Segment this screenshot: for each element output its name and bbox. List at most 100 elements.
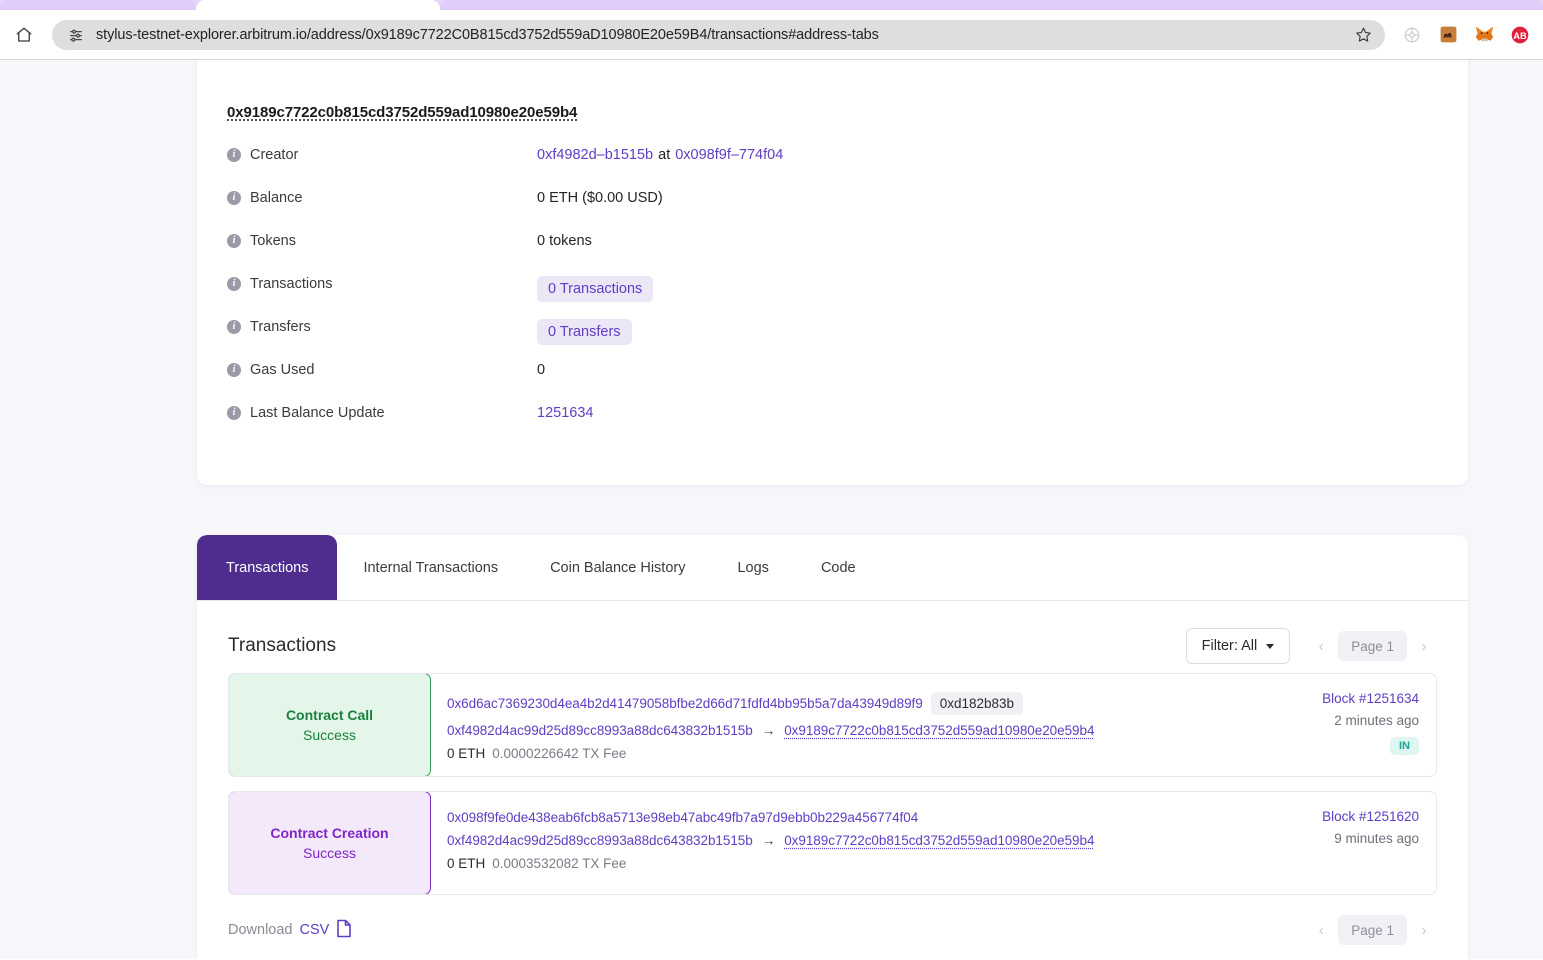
to-address-link[interactable]: 0x9189c7722c0b815cd3752d559ad10980e20e59…: [784, 833, 1094, 848]
block-link[interactable]: Block #1251634: [1322, 691, 1419, 706]
transaction-fee: 0.0003532082 TX Fee: [492, 856, 627, 871]
browser-tab-active[interactable]: [196, 0, 440, 10]
arrow-right-icon: →: [761, 723, 776, 738]
browser-toolbar: stylus-testnet-explorer.arbitrum.io/addr…: [0, 10, 1543, 60]
transaction-status-label: Success: [303, 727, 356, 743]
info-icon[interactable]: i: [227, 148, 241, 162]
next-page-button[interactable]: ›: [1411, 915, 1437, 945]
detail-label-text: Creator: [250, 147, 299, 163]
tab-transactions[interactable]: Transactions: [197, 535, 338, 600]
to-address-link[interactable]: 0x9189c7722c0b815cd3752d559ad10980e20e59…: [784, 723, 1094, 738]
site-settings-icon[interactable]: [66, 25, 86, 45]
transactions-footer: Download CSV ‹ Page 1 ›: [228, 915, 1437, 945]
svg-text:AB: AB: [1513, 30, 1527, 40]
filter-dropdown[interactable]: Filter: All: [1185, 628, 1291, 664]
tab-logs[interactable]: Logs: [711, 535, 794, 600]
creator-address-link[interactable]: 0xf4982d–b1515b: [537, 147, 653, 163]
table-row[interactable]: Contract Creation Success 0x098f9fe0de43…: [228, 791, 1437, 895]
transaction-addresses-line: 0xf4982d4ac99d25d89cc8993a88dc643832b151…: [447, 723, 1251, 738]
creation-tx-link[interactable]: 0x098f9f–774f04: [675, 147, 783, 163]
block-link[interactable]: Block #1251620: [1322, 809, 1419, 824]
info-icon[interactable]: i: [227, 320, 241, 334]
from-address-link[interactable]: 0xf4982d4ac99d25d89cc8993a88dc643832b151…: [447, 833, 753, 848]
ad-block-icon[interactable]: AB: [1509, 24, 1531, 46]
home-icon[interactable]: [10, 21, 38, 49]
transaction-value: 0 ETH: [447, 746, 486, 761]
detail-label: i Last Balance Update: [227, 404, 537, 421]
transactions-card: Transactions Internal Transactions Coin …: [197, 535, 1468, 959]
next-page-button[interactable]: ›: [1411, 631, 1437, 661]
detail-row-gas-used: i Gas Used 0: [227, 361, 1438, 404]
direction-badge: IN: [1390, 737, 1419, 755]
csv-label: CSV: [299, 922, 330, 938]
detail-label: i Creator: [227, 146, 537, 163]
filter-label: Filter: All: [1201, 638, 1258, 654]
from-address-link[interactable]: 0xf4982d4ac99d25d89cc8993a88dc643832b151…: [447, 723, 753, 738]
detail-row-transactions: i Transactions 0 Transactions: [227, 275, 1438, 318]
transactions-controls: Filter: All ‹ Page 1 ›: [1185, 628, 1437, 664]
info-icon[interactable]: i: [227, 363, 241, 377]
detail-value: 0 Transfers: [537, 318, 632, 345]
transaction-type-label: Contract Call: [285, 707, 374, 723]
info-icon[interactable]: i: [227, 406, 241, 420]
metamask-fox-icon[interactable]: [1473, 24, 1495, 46]
transaction-value-line: 0 ETH 0.0003532082 TX Fee: [447, 856, 1251, 871]
address-details-card: 0x9189c7722c0b815cd3752d559ad10980e20e59…: [197, 60, 1468, 485]
transaction-value: 0 ETH: [447, 856, 486, 871]
detail-value: 0xf4982d–b1515b at 0x098f9f–774f04: [537, 146, 783, 163]
tab-coin-balance-history[interactable]: Coin Balance History: [524, 535, 711, 600]
pagination-top: ‹ Page 1 ›: [1308, 631, 1437, 661]
transaction-hash-link[interactable]: 0x6d6ac7369230d4ea4b2d41479058bfbe2d66d7…: [447, 696, 923, 711]
puzzle-extension-icon[interactable]: [1401, 24, 1423, 46]
transfers-count-pill[interactable]: 0 Transfers: [537, 319, 632, 345]
detail-row-creator: i Creator 0xf4982d–b1515b at 0x098f9f–77…: [227, 146, 1438, 189]
transactions-body: Transactions Filter: All ‹ Page 1 › Cont…: [197, 601, 1468, 959]
tab-internal-transactions[interactable]: Internal Transactions: [337, 535, 524, 600]
info-icon[interactable]: i: [227, 234, 241, 248]
prev-page-button[interactable]: ‹: [1308, 915, 1334, 945]
download-csv-button[interactable]: Download CSV: [228, 919, 352, 942]
browser-tab-1[interactable]: [0, 0, 196, 10]
tab-code[interactable]: Code: [795, 535, 882, 600]
transaction-hash-link[interactable]: 0x098f9fe0de438eab6fcb8a5713e98eb47abc49…: [447, 810, 918, 825]
transaction-type-badge: Contract Call Success: [229, 674, 431, 776]
current-page-button[interactable]: Page 1: [1338, 915, 1407, 945]
camel-extension-icon[interactable]: [1437, 24, 1459, 46]
info-icon[interactable]: i: [227, 191, 241, 205]
address-bar[interactable]: stylus-testnet-explorer.arbitrum.io/addr…: [52, 19, 1385, 50]
browser-tab-3[interactable]: [440, 0, 1543, 10]
arrow-right-icon: →: [761, 833, 776, 848]
detail-value-text: 0: [537, 362, 546, 378]
detail-row-tokens: i Tokens 0 tokens: [227, 232, 1438, 275]
info-icon[interactable]: i: [227, 277, 241, 291]
transaction-details: 0x098f9fe0de438eab6fcb8a5713e98eb47abc49…: [430, 792, 1251, 894]
transaction-meta: Block #1251634 2 minutes ago IN: [1251, 674, 1436, 776]
transaction-addresses-line: 0xf4982d4ac99d25d89cc8993a88dc643832b151…: [447, 833, 1251, 848]
detail-label-text: Transactions: [250, 276, 333, 292]
transaction-meta: Block #1251620 9 minutes ago: [1251, 792, 1436, 894]
detail-label: i Transfers: [227, 318, 537, 335]
prev-page-button[interactable]: ‹: [1308, 631, 1334, 661]
detail-label: i Gas Used: [227, 361, 537, 378]
transaction-value-line: 0 ETH 0.0000226642 TX Fee: [447, 746, 1251, 761]
transaction-age: 9 minutes ago: [1334, 831, 1419, 846]
transactions-title: Transactions: [228, 635, 337, 656]
browser-chrome: stylus-testnet-explorer.arbitrum.io/addr…: [0, 0, 1543, 60]
address-hash[interactable]: 0x9189c7722c0b815cd3752d559ad10980e20e59…: [227, 104, 577, 121]
transactions-count-pill[interactable]: 0 Transactions: [537, 276, 654, 302]
bookmark-star-icon[interactable]: [1349, 21, 1377, 49]
transaction-details: 0x6d6ac7369230d4ea4b2d41479058bfbe2d66d7…: [430, 674, 1251, 776]
detail-label-text: Tokens: [250, 233, 296, 249]
csv-file-icon: [336, 919, 352, 942]
transactions-header: Transactions Filter: All ‹ Page 1 ›: [228, 601, 1437, 673]
table-row[interactable]: Contract Call Success 0x6d6ac7369230d4ea…: [228, 673, 1437, 777]
detail-row-balance: i Balance 0 ETH ($0.00 USD): [227, 189, 1438, 232]
transaction-hash-line: 0x6d6ac7369230d4ea4b2d41479058bfbe2d66d7…: [447, 692, 1251, 715]
detail-value-text: 0 tokens: [537, 233, 592, 249]
detail-value: 1251634: [537, 404, 593, 421]
page-content: 0x9189c7722c0b815cd3752d559ad10980e20e59…: [0, 60, 1543, 959]
last-balance-update-block-link[interactable]: 1251634: [537, 405, 593, 421]
current-page-button[interactable]: Page 1: [1338, 631, 1407, 661]
transaction-type-label: Contract Creation: [270, 825, 389, 841]
transaction-type-badge: Contract Creation Success: [229, 792, 431, 894]
